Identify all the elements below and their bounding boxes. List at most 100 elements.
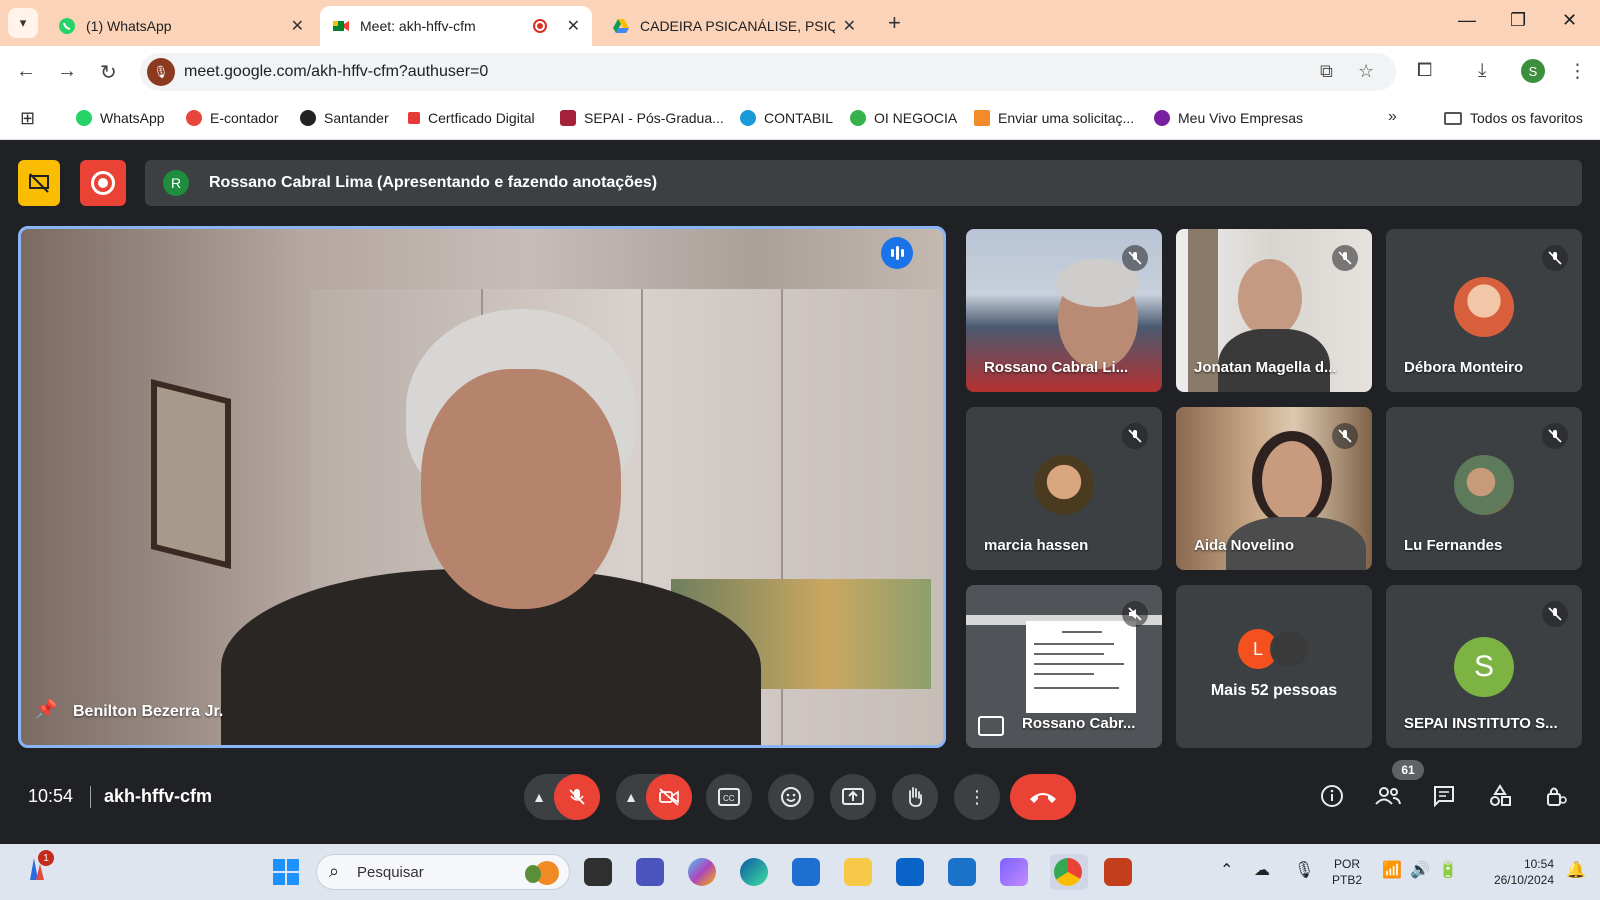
leave-call-button[interactable] <box>1010 774 1076 820</box>
restore-icon[interactable]: ❐ <box>1510 10 1526 31</box>
stop-presenting-button[interactable] <box>18 160 60 206</box>
recording-button[interactable] <box>80 160 126 206</box>
people-button[interactable] <box>1374 784 1402 814</box>
task-view-icon[interactable] <box>584 858 612 886</box>
bookmark-whatsapp[interactable]: WhatsApp <box>76 110 165 126</box>
forward-icon[interactable]: → <box>57 60 77 83</box>
notification-widget[interactable]: 1 <box>24 850 54 887</box>
participant-tile[interactable]: Aida Novelino <box>1176 407 1372 570</box>
input-language[interactable]: POR PTB2 <box>1326 856 1368 888</box>
wall-frame <box>151 379 231 569</box>
captions-button[interactable]: CC <box>706 774 752 820</box>
apps-grid-icon[interactable]: ⊞ <box>20 108 35 129</box>
powerpoint-icon[interactable] <box>1104 858 1132 886</box>
star-icon[interactable]: ☆ <box>1358 61 1374 82</box>
chrome-icon[interactable] <box>1054 858 1082 886</box>
info-icon <box>1321 785 1343 807</box>
e-contador-icon <box>186 110 202 126</box>
all-bookmarks-folder[interactable]: Todos os favoritos <box>1444 110 1583 126</box>
close-icon[interactable]: ✕ <box>291 16 304 36</box>
clock-date: 26/10/2024 <box>1493 873 1554 887</box>
tab-meet[interactable]: Meet: akh-hffv-cfm ✕ <box>320 6 592 46</box>
back-icon[interactable]: ← <box>16 60 36 83</box>
speaker-face <box>421 369 621 609</box>
participant-tile[interactable]: Rossano Cabral Li... <box>966 229 1162 392</box>
microphone-icon[interactable]: 🎙 <box>1294 860 1314 880</box>
windows-start-icon[interactable] <box>272 858 300 886</box>
camera-toggle-button[interactable] <box>646 774 692 820</box>
close-icon[interactable]: ✕ <box>567 16 580 36</box>
more-people-tile[interactable]: L Mais 52 pessoas <box>1176 585 1372 748</box>
present-screen-button[interactable] <box>830 774 876 820</box>
emoji-icon <box>781 787 801 807</box>
mic-toggle-button[interactable] <box>554 774 600 820</box>
bookmark-contabil[interactable]: CONTABIL <box>740 110 833 126</box>
bookmark-santander[interactable]: Santander <box>300 110 389 126</box>
tab-drive[interactable]: CADEIRA PSICANÁLISE, PSIQUIA ✕ <box>600 6 868 46</box>
profile-avatar[interactable]: S <box>1521 59 1545 83</box>
onedrive-cloud-icon[interactable]: ☁ <box>1254 860 1270 880</box>
participant-tile[interactable]: S SEPAI INSTITUTO S... <box>1386 585 1582 748</box>
mic-off-icon <box>1122 245 1148 271</box>
tab-search-chevron-icon[interactable]: ▾ <box>8 8 38 38</box>
close-window-icon[interactable]: ✕ <box>1562 10 1577 31</box>
chevron-up-icon[interactable]: ⌃ <box>1220 860 1233 880</box>
participant-avatar <box>1454 455 1514 515</box>
bookmark-enviar[interactable]: Enviar uma solicitaç... <box>974 110 1134 126</box>
microphone-site-icon[interactable]: 🎙 <box>147 58 175 86</box>
teams-icon[interactable] <box>636 858 664 886</box>
mic-off-icon <box>1332 245 1358 271</box>
system-clock[interactable]: 10:54 26/10/2024 <box>1474 856 1554 888</box>
minimize-icon[interactable]: — <box>1458 10 1476 31</box>
bookmark-e-contador[interactable]: E-contador <box>186 110 278 126</box>
notification-badge: 1 <box>38 850 54 866</box>
participant-tile-screen-share[interactable]: Rossano Cabr... <box>966 585 1162 748</box>
menu-dots-icon[interactable]: ⋮ <box>1568 60 1587 83</box>
host-controls-button[interactable] <box>1544 784 1568 814</box>
new-tab-button[interactable]: + <box>888 10 901 36</box>
participant-tile[interactable]: Lu Fernandes <box>1386 407 1582 570</box>
file-explorer-icon[interactable] <box>844 858 872 886</box>
bookmark-certificado[interactable]: Certficado Digital <box>408 110 535 126</box>
reload-icon[interactable]: ↻ <box>100 60 117 85</box>
chat-button[interactable] <box>1432 784 1456 814</box>
more-bookmarks-icon[interactable]: » <box>1388 108 1397 126</box>
meeting-info-button[interactable] <box>1320 784 1344 814</box>
emoji-button[interactable] <box>768 774 814 820</box>
store-icon[interactable] <box>792 858 820 886</box>
url-text[interactable]: meet.google.com/akh-hffv-cfm?authuser=0 <box>184 63 488 81</box>
raise-hand-button[interactable] <box>892 774 938 820</box>
edge-icon[interactable] <box>740 858 768 886</box>
participant-tile[interactable]: Débora Monteiro <box>1386 229 1582 392</box>
chevron-up-icon[interactable]: ▲ <box>616 789 646 805</box>
main-speaker-tile[interactable]: 📌 Benilton Bezerra Jr. <box>18 226 946 748</box>
activities-button[interactable] <box>1488 784 1512 814</box>
extensions-icon[interactable]: ⧠ <box>1417 60 1432 82</box>
open-external-icon[interactable]: ⧉ <box>1320 61 1333 82</box>
presenter-avatar: R <box>163 170 189 196</box>
plus-cross-icon <box>408 112 420 124</box>
address-bar[interactable]: 🎙 meet.google.com/akh-hffv-cfm?authuser=… <box>140 53 1396 91</box>
app-icon[interactable] <box>1000 858 1028 886</box>
tab-whatsapp[interactable]: (1) WhatsApp ✕ <box>46 6 316 46</box>
download-icon[interactable]: ⤓ <box>1478 60 1486 82</box>
participant-tile[interactable]: Jonatan Magella d... <box>1176 229 1372 392</box>
bookmark-meu-vivo[interactable]: Meu Vivo Empresas <box>1154 110 1303 126</box>
participant-tile[interactable]: marcia hassen <box>966 407 1162 570</box>
more-options-button[interactable]: ⋮ <box>954 774 1000 820</box>
bookmark-sepai[interactable]: SEPAI - Pós-Gradua... <box>560 110 724 126</box>
outlook-icon[interactable] <box>948 858 976 886</box>
close-icon[interactable]: ✕ <box>843 16 856 36</box>
presenter-banner: R Rossano Cabral Lima (Apresentando e fa… <box>145 160 1582 206</box>
chevron-up-icon[interactable]: ▲ <box>524 789 554 805</box>
pin-icon[interactable]: 📌 <box>35 699 57 720</box>
outlook-new-icon[interactable] <box>896 858 924 886</box>
camera-off-icon <box>659 788 679 806</box>
taskbar-search-input[interactable]: ⌕ Pesquisar <box>316 854 570 890</box>
copilot-icon[interactable] <box>688 858 716 886</box>
battery-icon[interactable]: 🔋 <box>1438 860 1458 880</box>
notifications-bell-icon[interactable]: 🔔 <box>1566 860 1586 880</box>
wifi-icon[interactable]: 📶 <box>1382 860 1402 880</box>
bookmark-oi-negocia[interactable]: OI NEGOCIA <box>850 110 957 126</box>
volume-icon[interactable]: 🔊 <box>1410 860 1430 880</box>
